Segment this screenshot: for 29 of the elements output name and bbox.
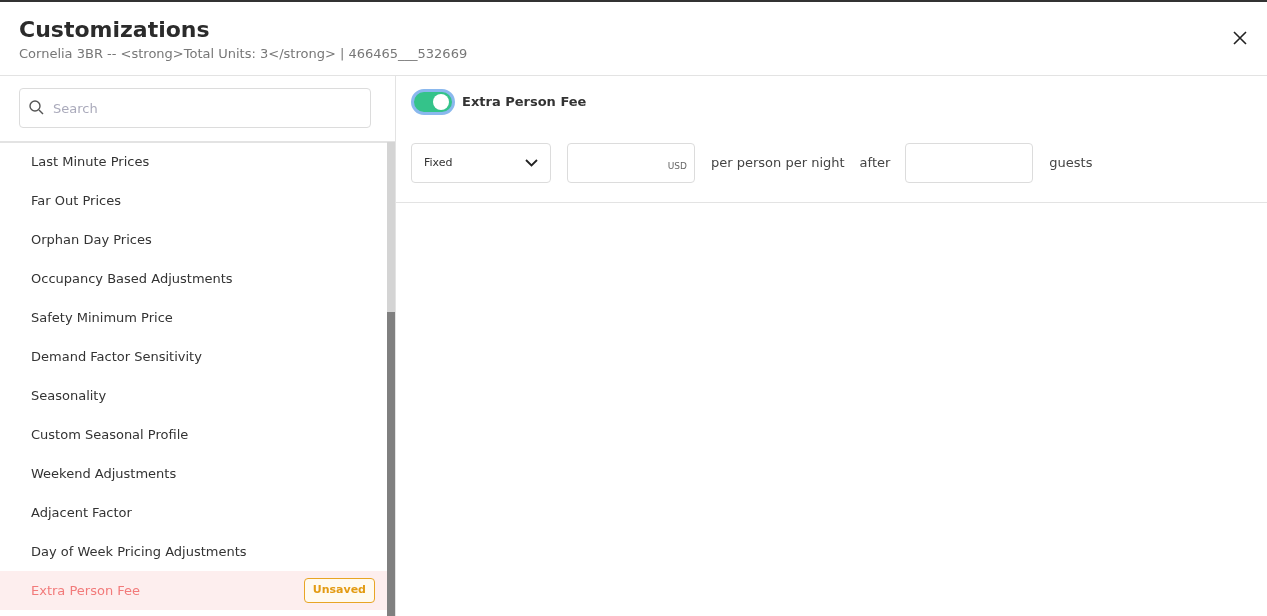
toggle-switch[interactable] <box>411 89 455 115</box>
scrollbar-thumb[interactable] <box>387 312 395 616</box>
currency-label: USD <box>667 160 687 174</box>
amount-field[interactable]: USD <box>567 143 695 183</box>
sidebar-item[interactable]: Orphan Day Prices <box>0 220 387 259</box>
sidebar-item[interactable]: Occupancy Based Adjustments <box>0 259 387 298</box>
toggle-label: Extra Person Fee <box>462 93 587 112</box>
close-button[interactable] <box>1232 30 1248 46</box>
sidebar-item[interactable]: Weekend Adjustments <box>0 454 387 493</box>
dialog-subtitle: Cornelia 3BR -- <strong>Total Units: 3</strong> | 466465___532669 <box>19 45 468 63</box>
sidebar-item[interactable]: Adjacent Factor <box>0 493 387 532</box>
sidebar-item[interactable]: Last Minute Prices <box>0 142 387 181</box>
guests-label: guests <box>1049 154 1093 173</box>
sidebar-item[interactable]: Demand Factor Sensitivity <box>0 337 387 376</box>
item-label: Extra Person Fee <box>31 581 141 600</box>
after-label: after <box>859 154 891 173</box>
unsaved-badge: Unsaved <box>303 578 375 603</box>
sidebar-item[interactable]: Custom Seasonal Profile <box>0 415 387 454</box>
fee-type-dropdown[interactable]: Fixed <box>411 143 551 183</box>
per-person-label: per person per night <box>711 154 845 173</box>
search-icon <box>29 100 44 115</box>
chevron-down-icon <box>525 159 538 167</box>
dialog-title: Customizations <box>19 16 211 44</box>
sidebar-item[interactable]: Day of Week Pricing Adjustments <box>0 532 387 571</box>
sidebar-item[interactable]: Seasonality <box>0 376 387 415</box>
sidebar-item[interactable]: Safety Minimum Price <box>0 298 387 337</box>
search-field[interactable]: Search <box>19 88 371 128</box>
guests-field[interactable] <box>905 143 1034 183</box>
sidebar-item[interactable]: Far Out Prices <box>0 181 387 220</box>
